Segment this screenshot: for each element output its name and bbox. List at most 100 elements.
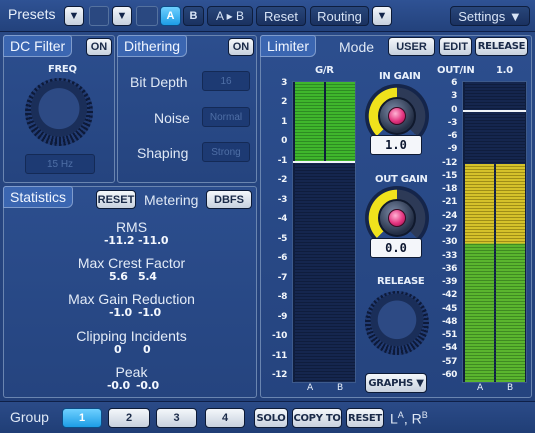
limiter-panel: Limiter Mode USER EDIT RELEASE G/R 3 2 1 0 -…	[260, 35, 532, 398]
preset-slot-dropdown-button[interactable]: ▼	[112, 6, 132, 26]
outin-peak-line	[463, 109, 526, 112]
chevron-down-icon: ▼	[376, 10, 388, 22]
gr-peak-line	[293, 160, 355, 163]
outin-scale-tick: -3	[447, 117, 458, 128]
rms-right-value: -11.0	[138, 234, 169, 247]
outin-scale-tick: -21	[441, 197, 457, 208]
presets-dropdown-button[interactable]: ▼	[64, 6, 84, 26]
group-2-button[interactable]: 2	[108, 408, 150, 428]
gr-scale-tick: -8	[277, 292, 288, 303]
in-gain-value[interactable]: 1.0	[370, 135, 422, 155]
freq-value[interactable]: 15 Hz	[25, 154, 95, 174]
preset-slot[interactable]	[89, 6, 109, 26]
group-label: Group	[10, 409, 49, 425]
outin-scale-tick: -18	[441, 184, 457, 195]
limiter-title: Limiter	[260, 35, 317, 57]
dithering-panel: Dithering ON Bit Depth 16 Noise Normal S…	[117, 35, 257, 183]
metering-dbfs-button[interactable]: DBFS	[206, 190, 252, 209]
max-crest-factor-label: Max Crest Factor	[77, 255, 186, 271]
group-3-button[interactable]: 3	[156, 408, 197, 428]
outin-meter	[462, 81, 527, 383]
gr-meter	[292, 81, 356, 383]
outin-scale-tick: 6	[451, 78, 457, 88]
peak-label: Peak	[115, 364, 148, 380]
max-gain-reduction-label: Max Gain Reduction	[68, 291, 195, 307]
statistics-panel: Statistics RESET Metering DBFS RMS -11.2…	[3, 186, 257, 398]
gain-reduction-right-value: -1.0	[138, 306, 161, 319]
gr-meter-label: G/R	[315, 65, 334, 76]
clipping-left-value: 0	[114, 343, 122, 356]
copy-a-to-b-button[interactable]: A ▸ B	[207, 6, 253, 26]
gr-meter-fill-b	[326, 82, 355, 162]
ab-a-button[interactable]: A	[160, 6, 181, 26]
outin-channel-b: B	[507, 383, 514, 393]
graphs-button[interactable]: GRAPHS ▼	[365, 373, 427, 393]
dithering-title: Dithering	[117, 35, 188, 57]
outin-scale-tick: -24	[441, 210, 457, 221]
ab-b-button[interactable]: B	[183, 6, 204, 26]
gr-meter-track	[295, 161, 355, 382]
in-gain-knob-cap	[388, 107, 406, 125]
gr-scale-tick: -4	[277, 214, 288, 225]
shaping-select[interactable]: Strong	[202, 142, 250, 162]
routing-dropdown-button[interactable]: ▼	[372, 6, 392, 26]
gr-scale-tick: -11	[271, 350, 287, 361]
outin-value: 1.0	[496, 65, 513, 76]
outin-scale-tick: -30	[441, 237, 457, 248]
routing-button[interactable]: Routing	[310, 6, 369, 26]
mode-user-button[interactable]: USER	[388, 37, 435, 56]
outin-channel-a: A	[477, 383, 484, 393]
bit-depth-label: Bit Depth	[130, 74, 188, 90]
crest-right-value: 5.4	[138, 270, 157, 283]
outin-scale-tick: -57	[441, 356, 457, 367]
mode-edit-button[interactable]: EDIT	[439, 37, 472, 56]
gain-reduction-left-value: -1.0	[109, 306, 132, 319]
outin-scale-tick: -33	[441, 250, 457, 261]
peak-left-value: -0.0	[107, 379, 130, 392]
noise-label: Noise	[154, 110, 190, 126]
shaping-label: Shaping	[137, 145, 189, 161]
gr-channel-b: B	[337, 383, 344, 393]
dc-filter-on-button[interactable]: ON	[86, 38, 112, 56]
preset-name-field[interactable]	[136, 6, 158, 26]
rms-left-value: -11.2	[104, 234, 135, 247]
outin-scale-tick: -42	[441, 290, 457, 301]
gr-scale-tick: -1	[277, 155, 288, 166]
outin-scale-tick: -54	[441, 343, 457, 354]
chevron-down-icon: ▼	[116, 10, 128, 22]
mode-label: Mode	[339, 39, 375, 55]
gr-scale-tick: -9	[277, 311, 288, 322]
settings-button[interactable]: Settings ▼	[450, 6, 530, 26]
statistics-reset-button[interactable]: RESET	[96, 190, 136, 209]
gr-meter-fill-a	[295, 82, 324, 162]
statistics-title: Statistics	[3, 186, 74, 208]
in-gain-label: IN GAIN	[379, 71, 421, 82]
group-4-button[interactable]: 4	[205, 408, 245, 428]
group-1-button[interactable]: 1	[62, 408, 102, 428]
gr-scale-tick: -12	[271, 370, 287, 380]
mode-release-button[interactable]: RELEASE	[475, 37, 528, 56]
release-knob-label: RELEASE	[377, 276, 425, 287]
outin-meter-fill-a	[465, 163, 494, 382]
freq-label: FREQ	[48, 64, 77, 75]
metering-label: Metering	[144, 192, 199, 208]
group-bar: Group 1 2 3 4 SOLO COPY TO RESET LA, RB	[0, 401, 535, 433]
outin-scale-tick: -27	[441, 224, 457, 234]
bit-depth-select[interactable]: 16	[202, 71, 250, 91]
reset-button[interactable]: Reset	[256, 6, 306, 26]
solo-button[interactable]: SOLO	[254, 408, 288, 428]
gr-scale-tick: -2	[277, 175, 288, 186]
freq-knob[interactable]	[25, 78, 93, 146]
gr-channel-a: A	[307, 383, 314, 393]
clipping-right-value: 0	[143, 343, 151, 356]
out-gain-knob-cap	[388, 209, 406, 227]
group-reset-button[interactable]: RESET	[346, 408, 384, 428]
dithering-on-button[interactable]: ON	[228, 38, 254, 56]
noise-select[interactable]: Normal	[202, 107, 250, 127]
chevron-down-icon: ▼	[68, 10, 80, 22]
release-knob[interactable]	[365, 291, 429, 355]
outin-scale-tick: -15	[441, 170, 457, 181]
dc-filter-title: DC Filter	[3, 35, 73, 57]
copy-to-button[interactable]: COPY TO	[292, 408, 342, 428]
out-gain-value[interactable]: 0.0	[370, 238, 422, 258]
